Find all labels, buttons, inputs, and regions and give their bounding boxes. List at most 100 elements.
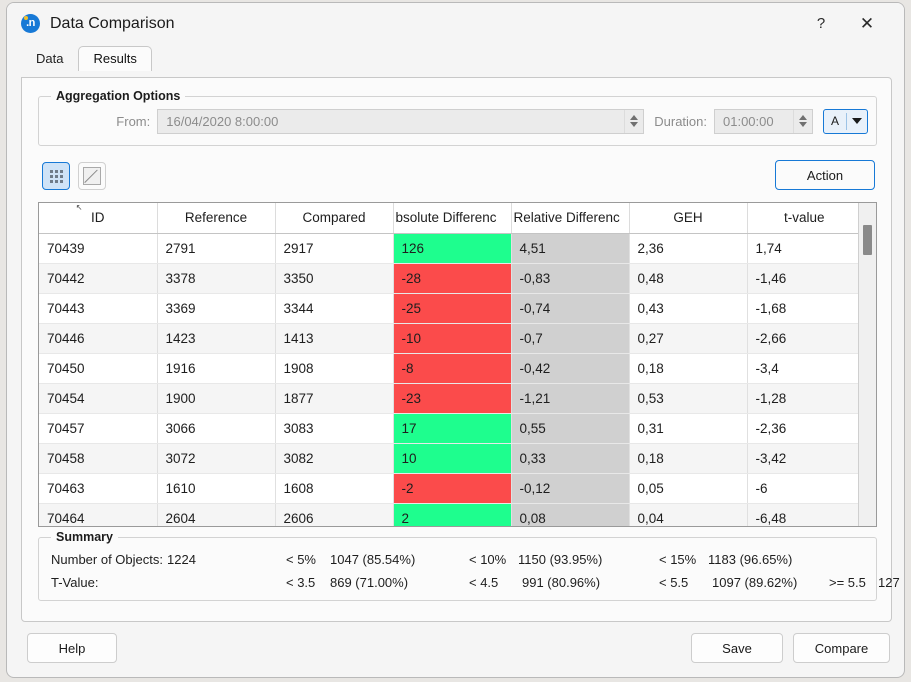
grid-view-button[interactable]	[42, 162, 70, 190]
cell-geh: 0,18	[629, 443, 747, 473]
cell-absolute-difference: -25	[393, 293, 511, 323]
cell-t-value: -6	[747, 473, 858, 503]
screen: Data Comparison ? ✕ Data Results Aggrega…	[0, 0, 911, 682]
cell-t-value: -1,28	[747, 383, 858, 413]
aggregation-mode-split-button[interactable]: A	[823, 109, 868, 134]
column-header-relative-difference[interactable]: Relative Differenc	[511, 203, 629, 233]
column-header-label: ID	[91, 210, 105, 225]
column-header-id[interactable]: ↖ ID	[39, 203, 157, 233]
cell-absolute-difference: 10	[393, 443, 511, 473]
cell-t-value: -1,46	[747, 263, 858, 293]
summary-tvalue-bin3-op: < 5.5	[659, 575, 688, 590]
table-row[interactable]: 7044333693344-25-0,740,43-1,68	[39, 293, 858, 323]
title-bar: Data Comparison ? ✕	[7, 3, 904, 44]
aggregation-mode-label[interactable]: A	[824, 110, 846, 133]
table-row[interactable]: 7045419001877-23-1,210,53-1,28	[39, 383, 858, 413]
cell-geh: 0,27	[629, 323, 747, 353]
help-icon-button[interactable]: ?	[798, 3, 844, 44]
table-scroll-area: ↖ ID Reference Compared bsolute Differen…	[39, 203, 858, 526]
scrollbar-thumb[interactable]	[863, 225, 872, 255]
compare-button[interactable]: Compare	[793, 633, 890, 663]
from-spin-buttons[interactable]	[624, 110, 643, 133]
cell-relative-difference: -0,74	[511, 293, 629, 323]
duration-input[interactable]: 01:00:00	[715, 110, 793, 133]
cell-absolute-difference: -10	[393, 323, 511, 353]
column-header-absolute-difference[interactable]: bsolute Differenc	[393, 203, 511, 233]
spin-up-icon[interactable]	[630, 115, 638, 120]
tab-results[interactable]: Results	[78, 46, 151, 71]
tab-data[interactable]: Data	[21, 46, 78, 71]
close-icon[interactable]: ✕	[844, 3, 890, 44]
cell-reference: 2791	[157, 233, 275, 263]
cell-relative-difference: -0,42	[511, 353, 629, 383]
app-dotnet-icon	[21, 14, 40, 33]
help-button[interactable]: Help	[27, 633, 117, 663]
table-row[interactable]: 7045730663083170,550,31-2,36	[39, 413, 858, 443]
cell-t-value: -3,42	[747, 443, 858, 473]
column-header-geh[interactable]: GEH	[629, 203, 747, 233]
summary-objects-bin3-op: < 15%	[659, 552, 696, 567]
summary-tvalue-bin4-value: 127 (10.38%)	[878, 575, 905, 590]
cell-absolute-difference: 17	[393, 413, 511, 443]
spin-down-icon[interactable]	[799, 122, 807, 127]
duration-spinner[interactable]: 01:00:00	[714, 109, 813, 134]
summary-tvalue-bin1-op: < 3.5	[286, 575, 315, 590]
cell-absolute-difference: -23	[393, 383, 511, 413]
chevron-down-icon[interactable]	[852, 118, 862, 124]
summary-tvalue-bin3-value: 1097 (89.62%)	[712, 575, 797, 590]
cell-relative-difference: -0,83	[511, 263, 629, 293]
aggregation-options-group: Aggregation Options From: 16/04/2020 8:0…	[38, 96, 877, 146]
cell-reference: 1916	[157, 353, 275, 383]
duration-spin-buttons[interactable]	[793, 110, 812, 133]
cell-id: 70442	[39, 263, 157, 293]
cell-compared: 1908	[275, 353, 393, 383]
column-header-reference[interactable]: Reference	[157, 203, 275, 233]
cell-t-value: -3,4	[747, 353, 858, 383]
chart-view-icon	[83, 167, 101, 185]
table-row[interactable]: 70439279129171264,512,361,74	[39, 233, 858, 263]
table-row[interactable]: 704642604260620,080,04-6,48	[39, 503, 858, 526]
from-input[interactable]: 16/04/2020 8:00:00	[158, 110, 624, 133]
cell-absolute-difference: -2	[393, 473, 511, 503]
cell-compared: 2606	[275, 503, 393, 526]
chart-view-button[interactable]	[78, 162, 106, 190]
from-label: From:	[116, 114, 150, 129]
cell-compared: 3083	[275, 413, 393, 443]
table-vertical-scrollbar[interactable]	[858, 203, 876, 526]
cell-id: 70463	[39, 473, 157, 503]
sort-indicator-icon: ↖	[76, 204, 83, 212]
action-button[interactable]: Action	[775, 160, 875, 190]
table-row[interactable]: 7044614231413-10-0,70,27-2,66	[39, 323, 858, 353]
aggregation-options-title: Aggregation Options	[51, 89, 185, 103]
cell-geh: 0,04	[629, 503, 747, 526]
cell-compared: 3350	[275, 263, 393, 293]
save-button[interactable]: Save	[691, 633, 783, 663]
cell-reference: 2604	[157, 503, 275, 526]
results-panel: Aggregation Options From: 16/04/2020 8:0…	[21, 77, 892, 622]
window-title: Data Comparison	[50, 15, 175, 33]
table-row[interactable]: 7045830723082100,330,18-3,42	[39, 443, 858, 473]
table-row[interactable]: 7045019161908-8-0,420,18-3,4	[39, 353, 858, 383]
from-spinner[interactable]: 16/04/2020 8:00:00	[157, 109, 644, 134]
cell-geh: 0,48	[629, 263, 747, 293]
tab-bar: Data Results	[21, 44, 904, 70]
cell-reference: 3378	[157, 263, 275, 293]
aggregation-mode-dropdown[interactable]	[847, 110, 867, 133]
table-row[interactable]: 7046316101608-2-0,120,05-6	[39, 473, 858, 503]
cell-relative-difference: 4,51	[511, 233, 629, 263]
cell-geh: 0,31	[629, 413, 747, 443]
column-header-compared[interactable]: Compared	[275, 203, 393, 233]
summary-tvalue-bin4-op: >= 5.5	[829, 575, 866, 590]
cell-reference: 3369	[157, 293, 275, 323]
spin-down-icon[interactable]	[630, 122, 638, 127]
cell-absolute-difference: 2	[393, 503, 511, 526]
cell-compared: 1608	[275, 473, 393, 503]
aggregation-row: From: 16/04/2020 8:00:00 Duration: 01:00…	[116, 107, 868, 135]
cell-absolute-difference: 126	[393, 233, 511, 263]
spin-up-icon[interactable]	[799, 115, 807, 120]
cell-t-value: -1,68	[747, 293, 858, 323]
cell-compared: 3344	[275, 293, 393, 323]
column-header-t-value[interactable]: t-value	[747, 203, 858, 233]
table-row[interactable]: 7044233783350-28-0,830,48-1,46	[39, 263, 858, 293]
cell-absolute-difference: -8	[393, 353, 511, 383]
